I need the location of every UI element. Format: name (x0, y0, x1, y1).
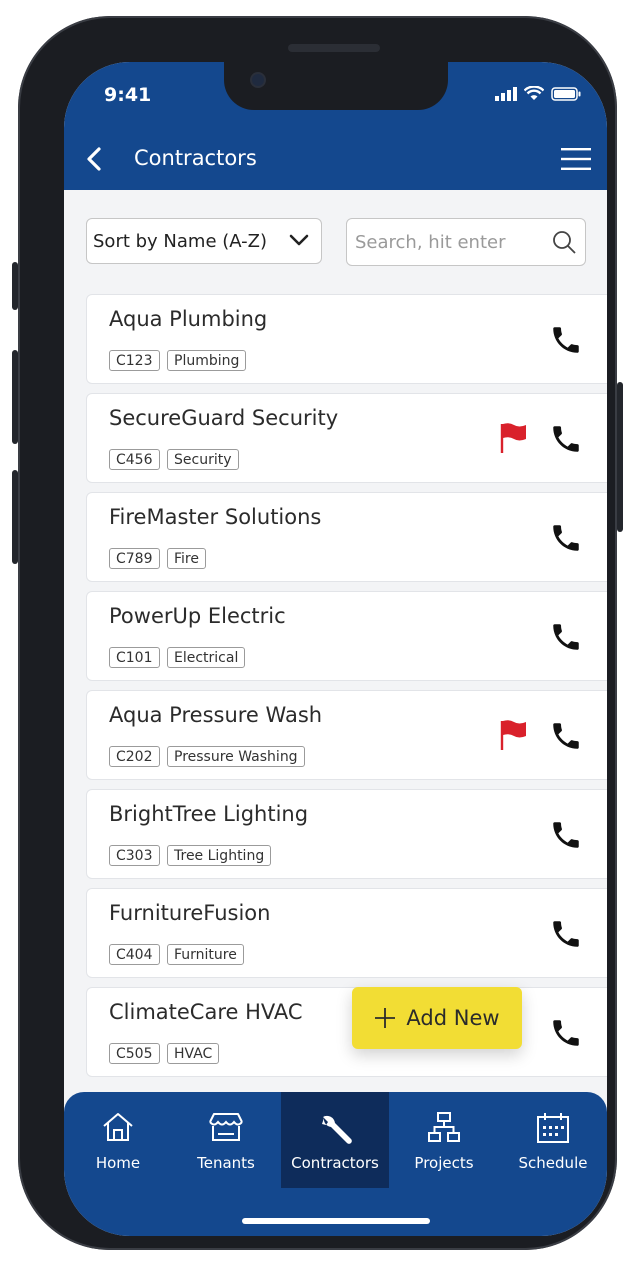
category-tag: HVAC (167, 1043, 220, 1064)
contractor-code-tag: C303 (109, 845, 160, 866)
contractor-code-tag: C202 (109, 746, 160, 767)
page-title: Contractors (134, 146, 257, 170)
contractor-card[interactable]: FireMaster Solutions C789 Fire (86, 492, 607, 582)
nav-item-contractors[interactable]: Contractors (281, 1092, 389, 1188)
status-time: 9:41 (104, 84, 152, 106)
contractor-name: ClimateCare HVAC (109, 1000, 303, 1024)
status-icons (495, 86, 581, 101)
nav-label: Contractors (291, 1154, 379, 1172)
contractor-card[interactable]: ClimateCare HVAC C505 HVAC (86, 987, 607, 1077)
sort-label: Sort by Name (A-Z) (93, 230, 268, 252)
add-new-label: Add New (406, 1006, 500, 1030)
phone-icon[interactable] (549, 719, 583, 753)
calendar-icon (537, 1113, 569, 1143)
nav-label: Projects (414, 1154, 474, 1172)
contractor-code-tag: C101 (109, 647, 160, 668)
contractor-card[interactable]: SecureGuard Security C456 Security (86, 393, 607, 483)
category-tag: Tree Lighting (167, 845, 272, 866)
nav-label: Schedule (518, 1154, 588, 1172)
nav-item-tenants[interactable]: Tenants (172, 1092, 280, 1188)
mute-switch (12, 262, 18, 310)
org-chart-icon (428, 1112, 460, 1142)
nav-label: Home (95, 1154, 141, 1172)
contractor-name: PowerUp Electric (109, 604, 286, 628)
phone-icon[interactable] (549, 917, 583, 951)
signal-icon (495, 86, 517, 101)
contractor-list-area: Sort by Name (A-Z) Aqua Plumbing C123 Plum… (64, 190, 607, 1090)
contractor-name: FurnitureFusion (109, 901, 271, 925)
phone-icon[interactable] (549, 818, 583, 852)
volume-up-button (12, 350, 18, 444)
home-icon (103, 1113, 133, 1141)
contractor-code-tag: C123 (109, 350, 160, 371)
category-tag: Furniture (167, 944, 244, 965)
add-new-button[interactable]: Add New (352, 987, 522, 1049)
home-indicator (242, 1218, 430, 1224)
contractor-code-tag: C789 (109, 548, 160, 569)
contractor-name: Aqua Pressure Wash (109, 703, 323, 727)
sort-dropdown[interactable]: Sort by Name (A-Z) (86, 218, 322, 264)
phone-icon[interactable] (549, 1016, 583, 1050)
contractor-code-tag: C456 (109, 449, 160, 470)
contractor-card[interactable]: FurnitureFusion C404 Furniture (86, 888, 607, 978)
contractor-name: BrightTree Lighting (109, 802, 309, 826)
phone-icon[interactable] (549, 620, 583, 654)
screen: 9:41 Contractors Sort by Name (A-Z) Sear… (64, 62, 607, 1236)
camera-icon (252, 74, 264, 86)
contractor-card[interactable]: PowerUp Electric C101 Electrical (86, 591, 607, 681)
nav-item-home[interactable]: Home (64, 1092, 172, 1188)
volume-down-button (12, 470, 18, 564)
search-icon[interactable] (551, 229, 577, 255)
earpiece-speaker (288, 44, 380, 52)
category-tag: Security (167, 449, 239, 470)
phone-frame: 9:41 Contractors Sort by Name (A-Z) Sear… (12, 16, 623, 1250)
flag-icon[interactable] (499, 719, 527, 751)
flag-icon[interactable] (499, 422, 527, 454)
contractor-card[interactable]: BrightTree Lighting C303 Tree Lighting (86, 789, 607, 879)
hamburger-menu-icon[interactable] (561, 148, 591, 170)
back-icon[interactable] (84, 146, 106, 172)
nav-label: Tenants (197, 1154, 255, 1172)
phone-icon[interactable] (549, 422, 583, 456)
contractor-name: Aqua Plumbing (109, 307, 268, 331)
phone-icon[interactable] (549, 323, 583, 357)
category-tag: Plumbing (167, 350, 247, 371)
contractor-card[interactable]: Aqua Plumbing C123 Plumbing (86, 294, 607, 384)
category-tag: Electrical (167, 647, 246, 668)
category-tag: Pressure Washing (167, 746, 305, 767)
chevron-down-icon (289, 234, 309, 246)
power-button (617, 382, 623, 532)
wrench-icon (322, 1115, 352, 1144)
contractor-name: FireMaster Solutions (109, 505, 322, 529)
search-input[interactable] (353, 231, 547, 254)
battery-icon (551, 86, 581, 101)
nav-item-schedule[interactable]: Schedule (499, 1092, 607, 1188)
nav-item-projects[interactable]: Projects (390, 1092, 498, 1188)
wifi-icon (524, 86, 544, 100)
contractor-card[interactable]: Aqua Pressure Wash C202 Pressure Washing (86, 690, 607, 780)
bottom-nav: Home Tenants Contractors Projects Schedu… (64, 1092, 607, 1236)
search-box (346, 218, 586, 266)
plus-icon (375, 1008, 396, 1028)
notch (224, 62, 448, 110)
contractor-code-tag: C505 (109, 1043, 160, 1064)
contractor-code-tag: C404 (109, 944, 160, 965)
phone-icon[interactable] (549, 521, 583, 555)
storefront-icon (209, 1113, 243, 1141)
contractor-name: SecureGuard Security (109, 406, 339, 430)
category-tag: Fire (167, 548, 206, 569)
app-header: 9:41 Contractors (64, 62, 607, 190)
